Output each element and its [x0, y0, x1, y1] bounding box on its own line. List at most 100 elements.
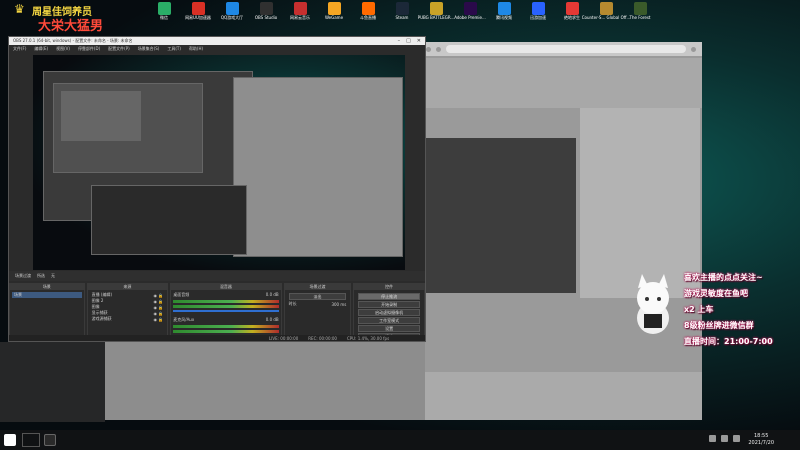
desktop-icon-label: The Forest	[629, 15, 651, 20]
address-bar[interactable]	[446, 45, 686, 53]
lower-page-strip	[105, 342, 425, 420]
desktop-icon[interactable]: 网易UU加速器	[184, 2, 212, 20]
volume-slider[interactable]	[173, 310, 279, 312]
visibility-lock-icon[interactable]: ◉ 🔒	[153, 305, 163, 310]
back-icon[interactable]	[426, 46, 431, 52]
control-button[interactable]: 启动虚拟摄像机	[358, 309, 420, 316]
desktop-icon-label: 微信	[160, 15, 168, 20]
desktop-icon[interactable]: Counter-S... Global Off...	[582, 2, 630, 20]
menu-item[interactable]: 配置文件(P)	[108, 46, 130, 52]
desktop-icon[interactable]: Steam	[388, 2, 416, 20]
nested-browser	[233, 77, 403, 257]
visibility-lock-icon[interactable]: ◉ 🔒	[153, 311, 163, 316]
app-icon	[395, 2, 409, 15]
volume-icon[interactable]	[721, 435, 728, 442]
control-button[interactable]: 停止推流	[358, 293, 420, 300]
sources-dock: 来源 直播 (编辑) ◉ 🔒 图像 2 ◉ 🔒 图像 ◉ 🔒 显示捕获 ◉ 🔒 游戏源捕获 ◉ 🔒	[86, 283, 169, 341]
nested-docks	[91, 185, 247, 255]
desktop-icon[interactable]: The Forest	[626, 2, 654, 20]
desktop-icon[interactable]: OBS Studio	[252, 2, 280, 20]
control-button[interactable]: 设置	[358, 325, 420, 332]
browser-window[interactable]	[420, 42, 702, 420]
ime-icon[interactable]	[733, 435, 740, 442]
desktop-icon-label: 斗鱼直播	[360, 15, 376, 20]
app-icon	[191, 2, 205, 15]
menu-item[interactable]: 帮助(H)	[189, 46, 203, 52]
menu-item[interactable]: 编辑(E)	[34, 46, 48, 52]
task-view-icon[interactable]	[44, 434, 56, 446]
duration-label: 时长	[288, 301, 297, 306]
desktop-icon-label: Adobe Premie...	[454, 15, 486, 20]
minimize-icon[interactable]: –	[398, 38, 401, 44]
desktop-icon-label: 网易UU加速器	[185, 15, 211, 20]
desktop-icon[interactable]: 微信	[150, 2, 178, 20]
control-button[interactable]: 工作室模式	[358, 317, 420, 324]
site-header	[420, 58, 702, 108]
transition-label: 场景过渡	[15, 273, 31, 278]
close-icon[interactable]: ✕	[417, 38, 421, 44]
nested-obs-3	[61, 91, 141, 141]
desktop-icon[interactable]: 斗鱼直播	[354, 2, 382, 20]
mixer-channel: 桌面音频 0.0 dB	[173, 292, 279, 312]
volume-meter	[173, 300, 279, 303]
menu-item[interactable]: 停靠部件(D)	[78, 46, 100, 52]
start-icon[interactable]	[4, 434, 16, 446]
desktop-icon[interactable]: 腾讯视频	[490, 2, 518, 20]
gift-bar[interactable]	[420, 372, 702, 420]
desktop-icon[interactable]: 迅游加速	[524, 2, 552, 20]
scenes-dock: 场景 场景	[9, 283, 85, 341]
visibility-lock-icon[interactable]: ◉ 🔒	[153, 299, 163, 304]
volume-meter	[173, 305, 279, 308]
obs-titlebar: OBS 27.0.1 (64-bit, windows) - 配置文件: 未命名…	[9, 37, 425, 45]
visibility-lock-icon[interactable]: ◉ 🔒	[153, 317, 163, 322]
desktop-icon[interactable]: QQ游戏大厅	[218, 2, 246, 20]
scenes-list: 场景	[10, 290, 84, 300]
scene-item[interactable]: 场景	[12, 292, 82, 298]
menu-item[interactable]: 工具(T)	[167, 46, 181, 52]
app-icon	[429, 2, 443, 15]
obs-title: OBS 27.0.1 (64-bit, windows) - 配置文件: 未命名…	[13, 38, 133, 43]
desktop-icon[interactable]: 网易云音乐	[286, 2, 314, 20]
desktop-icon-label: OBS Studio	[254, 15, 278, 20]
clock[interactable]: 18:55 2021/7/20	[748, 433, 774, 447]
volume-meter	[173, 330, 279, 333]
mixer-channel-name: 麦克风/Aux	[173, 317, 195, 322]
network-icon[interactable]	[709, 435, 716, 442]
app-icon	[327, 2, 341, 15]
mixer-channel-name: 桌面音频	[173, 292, 190, 297]
clock-time: 18:55	[753, 433, 769, 439]
obs-preview[interactable]	[33, 55, 405, 270]
source-item[interactable]: 游戏源捕获 ◉ 🔒	[90, 316, 166, 322]
obs-window[interactable]: OBS 27.0.1 (64-bit, windows) - 配置文件: 未命名…	[8, 36, 426, 342]
forward-icon[interactable]	[436, 46, 441, 52]
obs-docks: 场景 场景 来源 直播 (编辑) ◉ 🔒 图像 2 ◉ 🔒 图像 ◉ 🔒 显示捕获 ◉ 🔒 游戏…	[9, 283, 425, 341]
source-label: 游戏源捕获	[91, 316, 112, 321]
menu-icon[interactable]	[691, 46, 696, 52]
mixer-channel: 麦克风/Aux 0.0 dB	[173, 317, 279, 337]
mixer-channel-level: 0.0 dB	[265, 292, 279, 297]
duration-input[interactable]: 300 ms	[331, 302, 346, 307]
desktop-icon[interactable]: WeGame	[320, 2, 348, 20]
menu-item[interactable]: 场景集合(S)	[138, 46, 160, 52]
mascot-cat-avatar	[637, 274, 669, 334]
app-icon	[463, 2, 477, 15]
info-sensitivity: 游戏灵敏度在鱼吧	[684, 289, 748, 298]
maximize-icon[interactable]: □	[406, 38, 411, 44]
menu-item[interactable]: 视图(V)	[56, 46, 70, 52]
app-icon	[565, 2, 579, 15]
app-icon	[157, 2, 171, 15]
menu-item[interactable]: 文件(F)	[13, 46, 26, 52]
info-follow: 喜欢主播的点点关注~	[684, 273, 763, 282]
search-icon[interactable]	[22, 433, 40, 447]
transition-select[interactable]: 淡出	[288, 293, 347, 300]
visibility-lock-icon[interactable]: ◉ 🔒	[153, 293, 163, 298]
control-button[interactable]: 开始录制	[358, 301, 420, 308]
info-schedule: 直播时间：21:00-7:00	[684, 337, 773, 346]
banner-subtitle: 大栄大猛男	[38, 19, 104, 34]
cpu-status: CPU: 1.4%, 30.00 fps	[346, 335, 390, 341]
system-tray	[709, 435, 740, 442]
video-player[interactable]	[422, 138, 576, 293]
desktop-icon[interactable]: Adobe Premie...	[454, 2, 486, 20]
info-card: 喜欢主播的点点关注~ 游戏灵敏度在鱼吧 x2 上车 8级粉丝牌进微信群 直播时间…	[684, 272, 794, 352]
desktop-icon[interactable]: PUBG BATTLEGR...	[418, 2, 454, 20]
